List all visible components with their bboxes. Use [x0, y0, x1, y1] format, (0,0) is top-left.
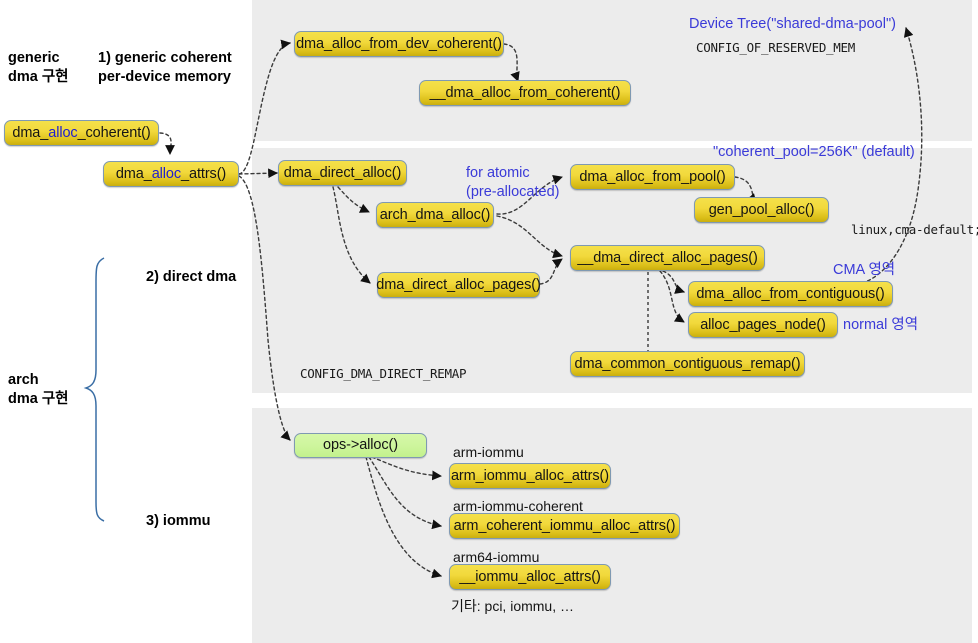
node-text-part-post: _attrs() — [181, 165, 227, 182]
label-section-1: 1) generic coherent per-device memory — [98, 50, 232, 85]
label-config-dma-direct-remap: CONFIG_DMA_DIRECT_REMAP — [300, 366, 467, 381]
label-config-of-reserved-mem: CONFIG_OF_RESERVED_MEM — [696, 40, 855, 55]
node-dma-direct-alloc-pages-internal[interactable]: __dma_direct_alloc_pages() — [570, 245, 765, 271]
label-normal-region: normal 영역 — [843, 317, 919, 333]
node-gen-pool-alloc[interactable]: gen_pool_alloc() — [694, 197, 829, 223]
node-text-part-pre: dma_ — [115, 165, 152, 182]
label-device-tree-shared-dma-pool: Device Tree("shared-dma-pool") — [689, 16, 896, 32]
diagram-canvas: generic dma 구현 1) generic coherent per-d… — [0, 0, 978, 643]
label-for-atomic-preallocated: for atomic (pre-allocated) — [466, 165, 560, 200]
node-text-part-keyword: alloc — [151, 165, 182, 182]
node-dma-alloc-from-coherent[interactable]: __dma_alloc_from_coherent() — [419, 80, 631, 106]
node-dma-direct-alloc-pages[interactable]: dma_direct_alloc_pages() — [376, 272, 541, 298]
node-ops-alloc[interactable]: ops->alloc() — [294, 433, 427, 458]
node-arm-coherent-iommu-alloc-attrs[interactable]: arm_coherent_iommu_alloc_attrs() — [449, 513, 680, 539]
caption-arm-iommu: arm-iommu — [453, 444, 524, 460]
node-text-part-pre: dma_ — [12, 124, 49, 141]
label-iommu-footnote: 기타: pci, iommu, … — [451, 598, 575, 614]
label-arch-dma-group: arch dma 구현 — [8, 372, 69, 407]
label-linux-cma-default: linux,cma-default; — [851, 222, 978, 237]
label-section-2: 2) direct dma — [146, 269, 237, 285]
label-cma-region: CMA 영역 — [833, 262, 896, 278]
node-text-part-keyword: alloc — [48, 124, 78, 141]
label-section-3: 3) iommu — [146, 513, 211, 529]
node-iommu-alloc-attrs[interactable]: __iommu_alloc_attrs() — [449, 564, 611, 590]
node-dma-alloc-from-pool[interactable]: dma_alloc_from_pool() — [570, 164, 735, 190]
node-dma-alloc-attrs[interactable]: dma_ alloc _attrs() — [103, 161, 239, 187]
node-dma-alloc-from-dev-coherent[interactable]: dma_alloc_from_dev_coherent() — [294, 31, 504, 57]
label-generic-dma-group: generic dma 구현 — [8, 50, 69, 85]
node-text-part-post: _coherent() — [77, 124, 151, 141]
node-dma-alloc-from-contiguous[interactable]: dma_alloc_from_contiguous() — [688, 281, 893, 307]
node-arm-iommu-alloc-attrs[interactable]: arm_iommu_alloc_attrs() — [449, 463, 611, 489]
node-dma-common-contiguous-remap[interactable]: dma_common_contiguous_remap() — [570, 351, 805, 377]
node-dma-direct-alloc[interactable]: dma_direct_alloc() — [278, 160, 407, 186]
node-arch-dma-alloc[interactable]: arch_dma_alloc() — [376, 202, 494, 228]
node-alloc-pages-node[interactable]: alloc_pages_node() — [688, 312, 838, 338]
label-coherent-pool-default: "coherent_pool=256K" (default) — [713, 144, 915, 160]
node-dma-alloc-coherent[interactable]: dma_ alloc _coherent() — [4, 120, 159, 146]
